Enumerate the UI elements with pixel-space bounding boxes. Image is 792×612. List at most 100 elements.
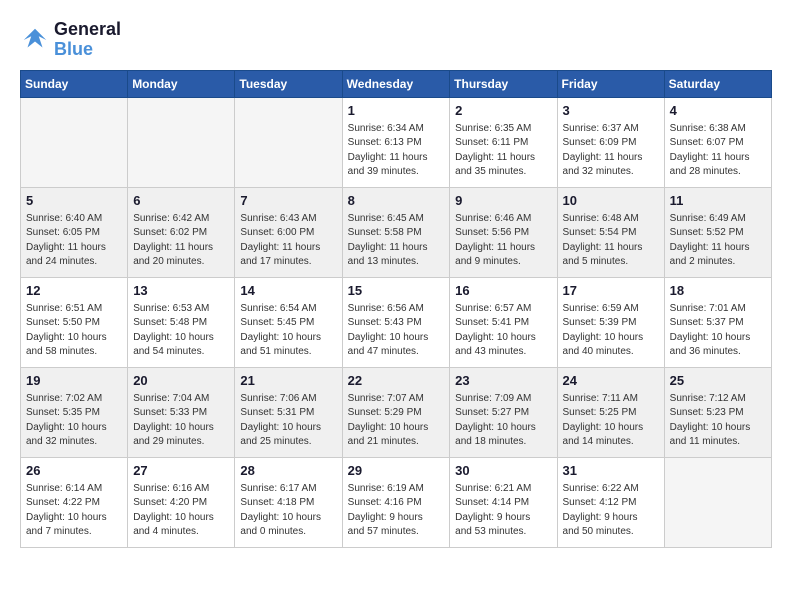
day-number: 19 bbox=[26, 372, 122, 390]
day-header-saturday: Saturday bbox=[664, 70, 771, 97]
day-info: Sunrise: 6:49 AMSunset: 5:52 PMDaylight:… bbox=[670, 212, 766, 270]
day-header-thursday: Thursday bbox=[450, 70, 557, 97]
day-header-wednesday: Wednesday bbox=[342, 70, 450, 97]
day-number: 12 bbox=[26, 282, 122, 300]
calendar-table: SundayMondayTuesdayWednesdayThursdayFrid… bbox=[20, 70, 772, 548]
calendar-cell: 15 Sunrise: 6:56 AMSunset: 5:43 PMDayligh… bbox=[342, 277, 450, 367]
day-info: Sunrise: 6:34 AMSunset: 6:13 PMDaylight:… bbox=[348, 122, 445, 180]
day-number: 1 bbox=[348, 102, 445, 120]
day-info: Sunrise: 6:22 AMSunset: 4:12 PMDaylight:… bbox=[563, 482, 659, 540]
day-number: 22 bbox=[348, 372, 445, 390]
calendar-cell: 3 Sunrise: 6:37 AMSunset: 6:09 PMDaylight… bbox=[557, 97, 664, 187]
calendar-cell: 5Sunrise: 6:40 AMSunset: 6:05 PMDaylight… bbox=[21, 187, 128, 277]
day-info: Sunrise: 7:09 AMSunset: 5:27 PMDaylight:… bbox=[455, 392, 551, 450]
calendar-cell: 19 Sunrise: 7:02 AMSunset: 5:35 PMDayligh… bbox=[21, 367, 128, 457]
calendar-cell: 10 Sunrise: 6:48 AMSunset: 5:54 PMDayligh… bbox=[557, 187, 664, 277]
day-info: Sunrise: 6:59 AMSunset: 5:39 PMDaylight:… bbox=[563, 302, 659, 360]
calendar-header-row: SundayMondayTuesdayWednesdayThursdayFrid… bbox=[21, 70, 772, 97]
day-info: Sunrise: 6:46 AMSunset: 5:56 PMDaylight:… bbox=[455, 212, 551, 270]
calendar-week-row: 5Sunrise: 6:40 AMSunset: 6:05 PMDaylight… bbox=[21, 187, 772, 277]
day-number: 14 bbox=[240, 282, 336, 300]
day-info: Sunrise: 6:57 AMSunset: 5:41 PMDaylight:… bbox=[455, 302, 551, 360]
calendar-week-row: 26 Sunrise: 6:14 AMSunset: 4:22 PMDayligh… bbox=[21, 457, 772, 547]
day-number: 9 bbox=[455, 192, 551, 210]
calendar-cell: 9 Sunrise: 6:46 AMSunset: 5:56 PMDaylight… bbox=[450, 187, 557, 277]
day-number: 25 bbox=[670, 372, 766, 390]
day-number: 11 bbox=[670, 192, 766, 210]
calendar-cell: 23 Sunrise: 7:09 AMSunset: 5:27 PMDayligh… bbox=[450, 367, 557, 457]
calendar-week-row: 1 Sunrise: 6:34 AMSunset: 6:13 PMDaylight… bbox=[21, 97, 772, 187]
day-number: 26 bbox=[26, 462, 122, 480]
day-number: 16 bbox=[455, 282, 551, 300]
calendar-cell: 25 Sunrise: 7:12 AMSunset: 5:23 PMDayligh… bbox=[664, 367, 771, 457]
day-number: 8 bbox=[348, 192, 445, 210]
calendar-cell: 14Sunrise: 6:54 AMSunset: 5:45 PMDayligh… bbox=[235, 277, 342, 367]
day-info: Sunrise: 7:01 AMSunset: 5:37 PMDaylight:… bbox=[670, 302, 766, 360]
calendar-cell: 8 Sunrise: 6:45 AMSunset: 5:58 PMDaylight… bbox=[342, 187, 450, 277]
logo: General Blue bbox=[20, 20, 121, 60]
calendar-cell bbox=[664, 457, 771, 547]
calendar-cell bbox=[128, 97, 235, 187]
day-info: Sunrise: 6:45 AMSunset: 5:58 PMDaylight:… bbox=[348, 212, 445, 270]
day-header-monday: Monday bbox=[128, 70, 235, 97]
day-info: Sunrise: 6:37 AMSunset: 6:09 PMDaylight:… bbox=[563, 122, 659, 180]
day-number: 15 bbox=[348, 282, 445, 300]
day-info: Sunrise: 6:42 AMSunset: 6:02 PMDaylight:… bbox=[133, 212, 229, 270]
day-number: 10 bbox=[563, 192, 659, 210]
calendar-cell: 28 Sunrise: 6:17 AMSunset: 4:18 PMDayligh… bbox=[235, 457, 342, 547]
calendar-cell bbox=[21, 97, 128, 187]
day-number: 28 bbox=[240, 462, 336, 480]
day-number: 18 bbox=[670, 282, 766, 300]
day-number: 30 bbox=[455, 462, 551, 480]
day-number: 20 bbox=[133, 372, 229, 390]
day-info: Sunrise: 6:56 AMSunset: 5:43 PMDaylight:… bbox=[348, 302, 445, 360]
day-number: 3 bbox=[563, 102, 659, 120]
calendar-cell: 4 Sunrise: 6:38 AMSunset: 6:07 PMDaylight… bbox=[664, 97, 771, 187]
day-info: Sunrise: 6:19 AMSunset: 4:16 PMDaylight:… bbox=[348, 482, 445, 540]
day-number: 6 bbox=[133, 192, 229, 210]
day-header-friday: Friday bbox=[557, 70, 664, 97]
calendar-cell: 6 Sunrise: 6:42 AMSunset: 6:02 PMDaylight… bbox=[128, 187, 235, 277]
calendar-cell: 7 Sunrise: 6:43 AMSunset: 6:00 PMDaylight… bbox=[235, 187, 342, 277]
page-header: General Blue bbox=[20, 20, 772, 60]
day-number: 23 bbox=[455, 372, 551, 390]
calendar-cell: 17Sunrise: 6:59 AMSunset: 5:39 PMDayligh… bbox=[557, 277, 664, 367]
day-info: Sunrise: 7:06 AMSunset: 5:31 PMDaylight:… bbox=[240, 392, 336, 450]
day-info: Sunrise: 6:38 AMSunset: 6:07 PMDaylight:… bbox=[670, 122, 766, 180]
day-info: Sunrise: 7:11 AMSunset: 5:25 PMDaylight:… bbox=[563, 392, 659, 450]
logo-icon bbox=[20, 25, 50, 55]
day-header-tuesday: Tuesday bbox=[235, 70, 342, 97]
calendar-week-row: 19 Sunrise: 7:02 AMSunset: 5:35 PMDayligh… bbox=[21, 367, 772, 457]
day-info: Sunrise: 6:51 AMSunset: 5:50 PMDaylight:… bbox=[26, 302, 122, 360]
day-number: 24 bbox=[563, 372, 659, 390]
calendar-cell: 12 Sunrise: 6:51 AMSunset: 5:50 PMDayligh… bbox=[21, 277, 128, 367]
day-number: 2 bbox=[455, 102, 551, 120]
day-info: Sunrise: 7:07 AMSunset: 5:29 PMDaylight:… bbox=[348, 392, 445, 450]
calendar-cell: 26 Sunrise: 6:14 AMSunset: 4:22 PMDayligh… bbox=[21, 457, 128, 547]
day-info: Sunrise: 6:21 AMSunset: 4:14 PMDaylight:… bbox=[455, 482, 551, 540]
calendar-cell: 11 Sunrise: 6:49 AMSunset: 5:52 PMDayligh… bbox=[664, 187, 771, 277]
day-number: 31 bbox=[563, 462, 659, 480]
calendar-cell: 31 Sunrise: 6:22 AMSunset: 4:12 PMDayligh… bbox=[557, 457, 664, 547]
day-header-sunday: Sunday bbox=[21, 70, 128, 97]
calendar-cell bbox=[235, 97, 342, 187]
day-info: Sunrise: 6:48 AMSunset: 5:54 PMDaylight:… bbox=[563, 212, 659, 270]
day-info: Sunrise: 6:53 AMSunset: 5:48 PMDaylight:… bbox=[133, 302, 229, 360]
calendar-cell: 24 Sunrise: 7:11 AMSunset: 5:25 PMDayligh… bbox=[557, 367, 664, 457]
calendar-cell: 29Sunrise: 6:19 AMSunset: 4:16 PMDayligh… bbox=[342, 457, 450, 547]
day-info: Sunrise: 6:40 AMSunset: 6:05 PMDaylight:… bbox=[26, 212, 122, 270]
day-info: Sunrise: 7:12 AMSunset: 5:23 PMDaylight:… bbox=[670, 392, 766, 450]
calendar-cell: 30 Sunrise: 6:21 AMSunset: 4:14 PMDayligh… bbox=[450, 457, 557, 547]
day-number: 21 bbox=[240, 372, 336, 390]
day-number: 4 bbox=[670, 102, 766, 120]
calendar-cell: 20 Sunrise: 7:04 AMSunset: 5:33 PMDayligh… bbox=[128, 367, 235, 457]
day-info: Sunrise: 6:17 AMSunset: 4:18 PMDaylight:… bbox=[240, 482, 336, 540]
calendar-cell: 16 Sunrise: 6:57 AMSunset: 5:41 PMDayligh… bbox=[450, 277, 557, 367]
day-number: 7 bbox=[240, 192, 336, 210]
calendar-cell: 2Sunrise: 6:35 AMSunset: 6:11 PMDaylight… bbox=[450, 97, 557, 187]
day-info: Sunrise: 6:14 AMSunset: 4:22 PMDaylight:… bbox=[26, 482, 122, 540]
day-info: Sunrise: 6:43 AMSunset: 6:00 PMDaylight:… bbox=[240, 212, 336, 270]
calendar-cell: 22 Sunrise: 7:07 AMSunset: 5:29 PMDayligh… bbox=[342, 367, 450, 457]
day-info: Sunrise: 7:02 AMSunset: 5:35 PMDaylight:… bbox=[26, 392, 122, 450]
day-info: Sunrise: 7:04 AMSunset: 5:33 PMDaylight:… bbox=[133, 392, 229, 450]
